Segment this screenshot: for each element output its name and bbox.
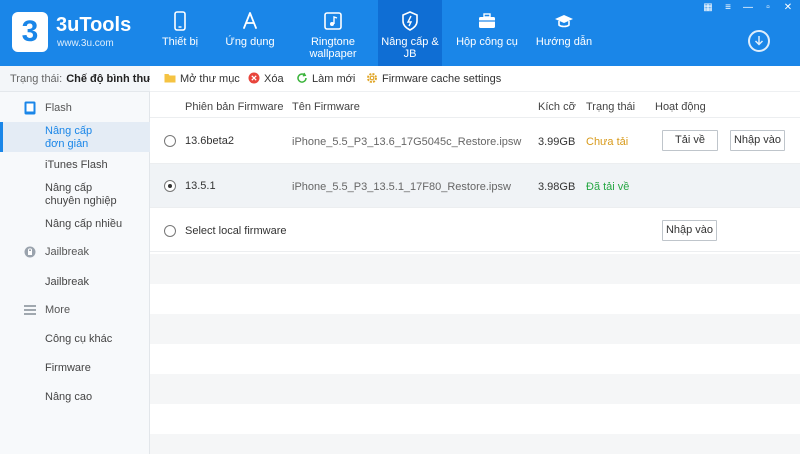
local-firmware-label: Select local firmware bbox=[185, 225, 287, 237]
empty-row bbox=[150, 434, 800, 454]
sidebar-item-multi-upgrade[interactable]: Nâng cấp nhiều bbox=[0, 218, 150, 234]
firmware-row[interactable]: 13.5.1 iPhone_5.5_P3_13.5.1_17F80_Restor… bbox=[150, 164, 800, 208]
refresh-icon bbox=[297, 72, 307, 83]
tablet-icon bbox=[24, 101, 36, 115]
firmware-radio[interactable] bbox=[164, 135, 176, 147]
firmware-version: 13.5.1 bbox=[185, 180, 216, 192]
close-button[interactable]: ✕ bbox=[780, 2, 796, 14]
firmware-radio[interactable] bbox=[164, 180, 176, 192]
nav-thiet-bi[interactable]: Thiết bị bbox=[152, 0, 208, 66]
menu-icon bbox=[24, 305, 36, 315]
sidebar-item-advanced[interactable]: Nâng cao bbox=[0, 391, 150, 407]
flash-icon bbox=[402, 11, 418, 31]
sidebar-item-itunes-flash[interactable]: iTunes Flash bbox=[0, 159, 150, 175]
firmware-table-header: Phiên bản Firmware Tên Firmware Kích cỡ … bbox=[150, 92, 800, 118]
firmware-size: 3.98GB bbox=[538, 181, 576, 193]
minimize-button[interactable]: — bbox=[740, 2, 756, 14]
grid-icon[interactable]: ▦ bbox=[700, 2, 716, 14]
open-folder-button[interactable]: Mở thư mục bbox=[164, 66, 240, 92]
sidebar-item-simple-upgrade[interactable]: Nâng cấp đơn giản bbox=[0, 122, 150, 152]
toolbox-icon bbox=[479, 13, 495, 28]
delete-button[interactable]: Xóa bbox=[248, 66, 284, 92]
music-icon bbox=[324, 12, 342, 30]
sidebar: Flash Nâng cấp đơn giản iTunes Flash Nân… bbox=[0, 92, 150, 454]
app-store-icon bbox=[243, 12, 257, 29]
nav-ringtone-wallpaper[interactable]: Ringtone wallpaper bbox=[298, 0, 368, 66]
nav-hop-cong-cu[interactable]: Hộp công cụ bbox=[454, 0, 520, 66]
graduation-cap-icon bbox=[555, 15, 573, 28]
window-controls: ▦ ≡ — ▫ ✕ bbox=[700, 2, 796, 14]
title-bar: 3 3uTools www.3u.com Thiết bị Ứng dụng R… bbox=[0, 0, 800, 66]
local-firmware-radio[interactable] bbox=[164, 225, 176, 237]
nav-ung-dung[interactable]: Ứng dụng bbox=[222, 0, 278, 66]
sidebar-group-flash: Flash bbox=[0, 94, 150, 122]
toolbar: Mở thư mục Xóa Làm mới Firmware cache se… bbox=[150, 66, 800, 92]
firmware-cache-settings-button[interactable]: Firmware cache settings bbox=[366, 66, 501, 92]
maximize-button[interactable]: ▫ bbox=[760, 2, 776, 14]
firmware-size: 3.99GB bbox=[538, 136, 576, 148]
empty-row bbox=[150, 314, 800, 344]
download-button[interactable]: Tải về bbox=[662, 130, 718, 151]
import-button[interactable]: Nhập vào bbox=[730, 130, 785, 151]
empty-row bbox=[150, 374, 800, 404]
sidebar-item-jailbreak[interactable]: Jailbreak bbox=[0, 276, 150, 292]
firmware-name: iPhone_5.5_P3_13.6_17G5045c_Restore.ipsw bbox=[292, 136, 522, 148]
local-firmware-row[interactable]: Select local firmware Nhập vào bbox=[150, 208, 800, 252]
delete-icon bbox=[248, 72, 260, 84]
firmware-row[interactable]: 13.6beta2 iPhone_5.5_P3_13.6_17G5045c_Re… bbox=[150, 118, 800, 164]
download-manager-button[interactable] bbox=[748, 30, 770, 52]
app-url: www.3u.com bbox=[57, 38, 114, 49]
folder-icon bbox=[164, 74, 176, 83]
firmware-version: 13.6beta2 bbox=[185, 135, 234, 147]
app-logo: 3 bbox=[12, 12, 48, 52]
sidebar-item-pro-upgrade[interactable]: Nâng cấp chuyên nghiệp bbox=[0, 182, 150, 212]
nav-huong-dan[interactable]: Hướng dẫn bbox=[534, 0, 594, 66]
menu-icon[interactable]: ≡ bbox=[720, 2, 736, 14]
app-name: 3uTools bbox=[56, 14, 132, 36]
device-status: Trạng thái:Chế độ bình thường bbox=[0, 66, 150, 92]
sidebar-group-more: More bbox=[0, 296, 150, 324]
download-icon bbox=[754, 36, 764, 46]
phone-icon bbox=[174, 11, 186, 31]
sidebar-item-other-tools[interactable]: Công cụ khác bbox=[0, 333, 150, 349]
firmware-name: iPhone_5.5_P3_13.5.1_17F80_Restore.ipsw bbox=[292, 181, 511, 193]
empty-row bbox=[150, 254, 800, 284]
firmware-status: Đã tải về bbox=[586, 181, 630, 193]
device-mode: Chế độ bình thường bbox=[66, 73, 150, 85]
nav-nang-cap-jb[interactable]: Nâng cấp & JB bbox=[378, 0, 442, 66]
sidebar-group-jailbreak: Jailbreak bbox=[0, 238, 150, 266]
firmware-status: Chưa tải bbox=[586, 136, 629, 148]
lock-icon bbox=[24, 246, 36, 258]
import-local-button[interactable]: Nhập vào bbox=[662, 220, 717, 241]
refresh-button[interactable]: Làm mới bbox=[296, 66, 355, 92]
sidebar-item-firmware[interactable]: Firmware bbox=[0, 362, 150, 378]
gear-icon bbox=[367, 73, 377, 83]
